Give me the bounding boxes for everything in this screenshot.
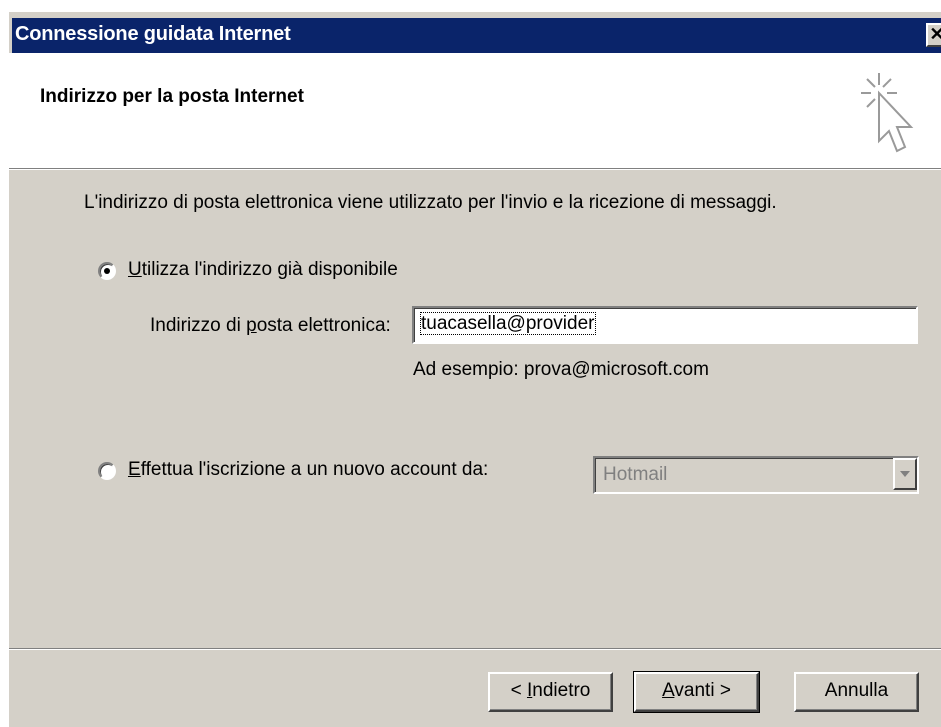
radio-new-account-label[interactable]: Effettua l'iscrizione a un nuovo account… (128, 459, 488, 481)
email-field-label: Indirizzo di posta elettronica: (150, 315, 391, 336)
title-bar[interactable]: Connessione guidata Internet ✕ (12, 18, 941, 53)
header-separator (9, 169, 941, 170)
close-icon: ✕ (929, 24, 941, 44)
radio-use-existing[interactable] (98, 262, 116, 280)
chevron-down-icon (900, 471, 910, 477)
background-desktop-left (0, 0, 7, 727)
radio-use-existing-label[interactable]: Utilizza l'indirizzo già disponibile (128, 259, 398, 281)
footer-separator-highlight (9, 649, 941, 650)
intro-text: L'indirizzo di posta elettronica viene u… (84, 192, 777, 213)
email-field-value: tuacasella@provider (420, 312, 596, 335)
window-title: Connessione guidata Internet (15, 23, 291, 45)
provider-select[interactable]: Hotmail (593, 456, 919, 494)
provider-select-value: Hotmail (603, 464, 668, 485)
close-button[interactable]: ✕ (926, 23, 941, 47)
wizard-window: Connessione guidata Internet ✕ Indirizzo… (7, 10, 941, 727)
radio-selected-dot (104, 268, 110, 274)
radio-new-account[interactable] (98, 462, 116, 480)
wizard-cursor-icon (861, 73, 914, 153)
cancel-button[interactable]: Annulla (794, 672, 919, 712)
next-button[interactable]: Avanti > (633, 671, 760, 713)
provider-select-dropdown-button[interactable] (893, 458, 917, 490)
background-desktop-top (0, 0, 941, 10)
email-field[interactable]: tuacasella@provider (412, 306, 918, 344)
back-button[interactable]: < Indietro (488, 672, 613, 712)
example-text: Ad esempio: prova@microsoft.com (413, 359, 709, 380)
page-title: Indirizzo per la posta Internet (40, 86, 304, 107)
wizard-header: Indirizzo per la posta Internet (9, 53, 941, 169)
